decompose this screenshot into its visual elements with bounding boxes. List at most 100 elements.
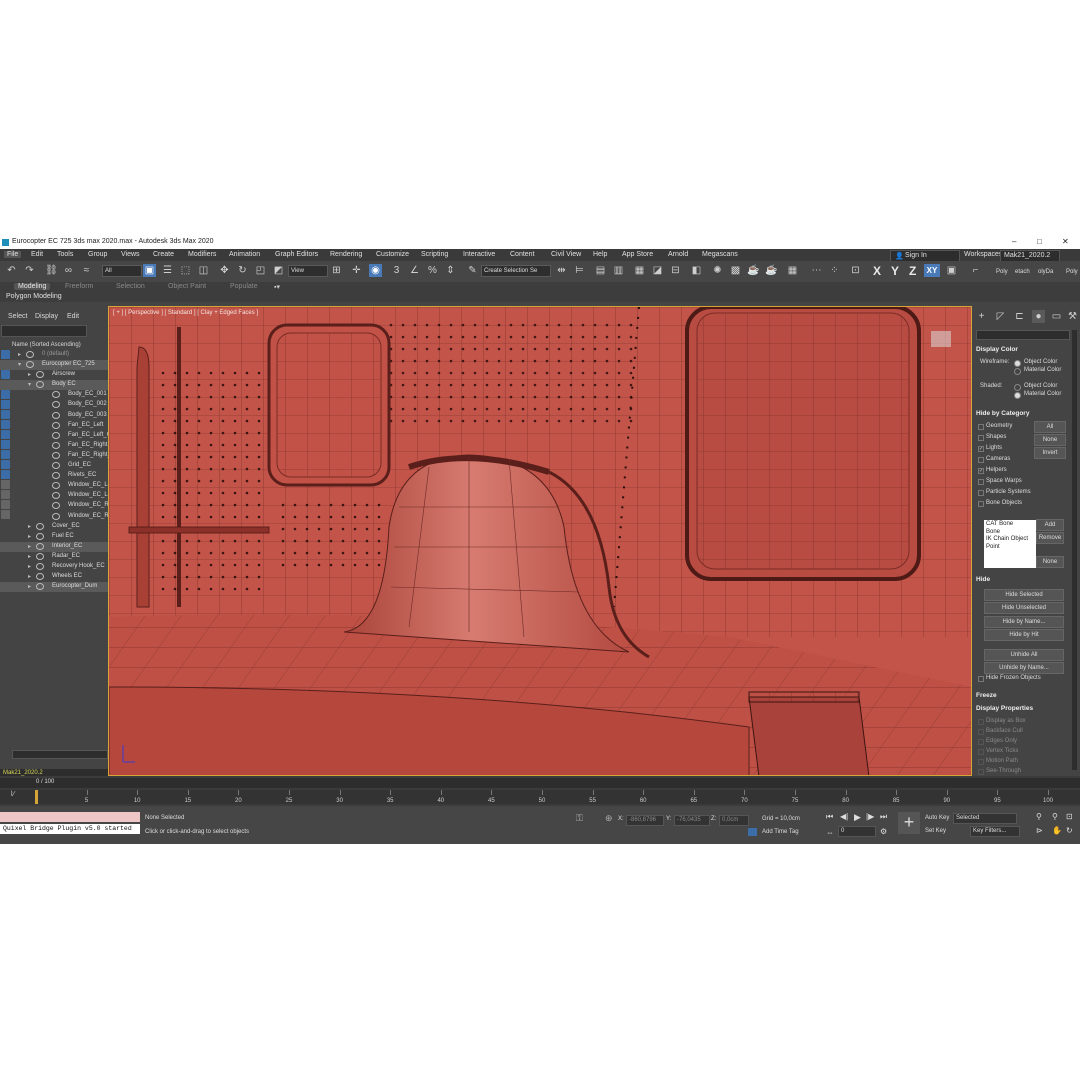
select-manipulate-icon[interactable]: ✛ (350, 264, 363, 277)
list-item[interactable]: ▸ Interior_EC (0, 541, 108, 552)
minimize-button[interactable]: – (1012, 237, 1016, 246)
time-configuration-icon[interactable]: ⚙ (880, 827, 887, 836)
axis-xy-button[interactable]: XY (924, 264, 940, 277)
list-item[interactable]: IK Chain Object (986, 536, 1034, 544)
expand-arrow-icon[interactable]: ▸ (28, 523, 31, 530)
schematic-view-icon[interactable]: ⊟ (669, 264, 682, 277)
visibility-eye-icon[interactable] (36, 552, 44, 560)
menu-rendering[interactable]: Rendering (330, 251, 362, 258)
shaded-material-color-radio[interactable] (1014, 392, 1021, 399)
expand-arrow-icon[interactable]: ▸ (28, 371, 31, 378)
display-property-checkbox[interactable] (978, 729, 984, 735)
display-tab-icon[interactable]: ▭ (1050, 310, 1063, 323)
list-item[interactable]: Rivets_EC (0, 471, 108, 481)
list-item[interactable]: ▸ Radar_EC (0, 552, 108, 562)
render-iterative-icon[interactable]: ☕ (765, 264, 778, 277)
axis-x-button[interactable]: X (873, 264, 881, 278)
menu-modifiers[interactable]: Modifiers (188, 251, 216, 258)
unlink-icon[interactable]: ∞ (62, 264, 75, 277)
visibility-eye-icon[interactable] (52, 482, 60, 490)
list-item[interactable]: Window_EC_Rig (0, 512, 113, 522)
list-item[interactable]: Window_EC_Le (0, 481, 111, 491)
selection-filter-dropdown[interactable]: All (102, 265, 142, 277)
visibility-eye-icon[interactable] (52, 462, 60, 470)
list-item[interactable]: CAT Bone (986, 521, 1034, 529)
y-coordinate-field[interactable]: -76,0435 (674, 815, 710, 826)
list-item[interactable]: Body_EC_002 (0, 400, 108, 410)
menu-help[interactable]: Help (593, 251, 607, 258)
scene-horizontal-scrollbar[interactable] (12, 750, 108, 759)
link-icon[interactable]: ⛓ (45, 264, 58, 277)
menu-arnold[interactable]: Arnold (668, 251, 688, 258)
expand-arrow-icon[interactable]: ▸ (28, 533, 31, 540)
bind-space-warp-icon[interactable]: ≈ (80, 264, 93, 277)
visibility-eye-icon[interactable] (52, 441, 60, 449)
unhide-by-name-button[interactable]: Unhide by Name... (984, 662, 1064, 674)
list-item[interactable]: Fan_EC_Right (0, 441, 108, 451)
polydata-label[interactable]: olyDa (1038, 269, 1053, 275)
reference-coordinate-dropdown[interactable]: View (288, 265, 328, 277)
list-item[interactable]: ▸ Recovery Hook_EC (0, 562, 108, 572)
list-item[interactable]: Fan_EC_Left (0, 421, 108, 431)
orbit-icon[interactable]: ↻ (1066, 826, 1073, 835)
display-property-checkbox[interactable] (978, 719, 984, 725)
list-item[interactable]: Window_EC_Rig (0, 501, 113, 511)
category-checkbox[interactable] (978, 479, 984, 485)
angle-snap-icon[interactable]: ∠ (408, 264, 421, 277)
visibility-eye-icon[interactable] (36, 522, 44, 530)
expand-arrow-icon[interactable]: ▸ (28, 583, 31, 590)
menu-megascans[interactable]: Megascans (702, 251, 738, 258)
percent-snap-icon[interactable]: % (426, 264, 439, 277)
play-icon[interactable]: ▶ (854, 812, 861, 823)
align-icon[interactable]: ⊨ (573, 264, 586, 277)
category-remove-button[interactable]: Remove (1036, 532, 1064, 544)
category-checkbox[interactable] (978, 490, 984, 496)
material-editor-icon[interactable]: ◧ (690, 264, 703, 277)
display-property-checkbox[interactable] (978, 739, 984, 745)
tab-modeling[interactable]: Modeling (14, 283, 51, 290)
unhide-all-button[interactable]: Unhide All (984, 649, 1064, 661)
visibility-eye-icon[interactable] (36, 532, 44, 540)
hide-by-category-title[interactable]: Hide by Category (976, 410, 1029, 417)
expand-arrow-icon[interactable]: ▸ (28, 553, 31, 560)
ribbon-options-icon[interactable]: ▪▾ (274, 283, 280, 291)
utilities-tab-icon[interactable]: ⚒ (1066, 310, 1079, 323)
tab-selection[interactable]: Selection (116, 283, 145, 290)
menu-edit[interactable]: Edit (31, 251, 43, 258)
move-icon[interactable]: ✥ (218, 264, 231, 277)
snap-toggle-2d-icon[interactable]: ⋯ (810, 264, 823, 277)
perspective-viewport[interactable]: [ + ] [ Perspective ] [ Standard ] [ Cla… (108, 306, 972, 776)
scale-icon[interactable]: ◰ (254, 264, 267, 277)
maxscript-mini-listener[interactable] (0, 812, 140, 822)
rectangular-selection-icon[interactable]: ⬚ (179, 264, 192, 277)
visibility-eye-icon[interactable] (52, 502, 60, 510)
snap-grid-icon[interactable]: ⁘ (828, 264, 841, 277)
field-of-view-icon[interactable]: ⊳ (1036, 826, 1043, 835)
expand-arrow-icon[interactable]: ▸ (28, 543, 31, 550)
visibility-eye-icon[interactable] (52, 391, 60, 399)
create-tab-icon[interactable]: + (975, 310, 988, 323)
time-slider[interactable]: 0 / 100 (0, 778, 1080, 788)
zoom-all-icon[interactable]: ⚲ (1052, 812, 1058, 821)
toggle-layer-explorer-icon[interactable]: ▥ (612, 264, 625, 277)
curve-editor-icon[interactable]: ◪ (651, 264, 664, 277)
modify-tab-icon[interactable]: ◸ (994, 310, 1007, 323)
poly-label-2[interactable]: Poly (1066, 269, 1078, 275)
pan-icon[interactable]: ✋ (1052, 826, 1062, 835)
visibility-eye-icon[interactable] (36, 381, 44, 389)
scene-column-header[interactable]: Name (Sorted Ascending) (12, 342, 81, 348)
visibility-eye-icon[interactable] (36, 562, 44, 570)
toggle-scene-explorer-icon[interactable]: ▤ (594, 264, 607, 277)
menu-group[interactable]: Group (88, 251, 107, 258)
next-frame-icon[interactable]: |▶ (866, 812, 874, 821)
visibility-eye-icon[interactable] (36, 542, 44, 550)
list-item[interactable]: ▸ Airscrew (0, 370, 108, 380)
hide-by-name-button[interactable]: Hide by Name... (984, 616, 1064, 628)
menu-app-store[interactable]: App Store (622, 251, 653, 258)
category-checkbox[interactable]: ✓ (978, 468, 984, 474)
expand-arrow-icon[interactable]: ▾ (18, 361, 21, 368)
menu-views[interactable]: Views (121, 251, 140, 258)
hide-selected-button[interactable]: Hide Selected (984, 589, 1064, 601)
hide-category-listbox[interactable]: CAT Bone Bone IK Chain Object Point (984, 520, 1036, 568)
category-checkbox[interactable]: ✓ (978, 446, 984, 452)
